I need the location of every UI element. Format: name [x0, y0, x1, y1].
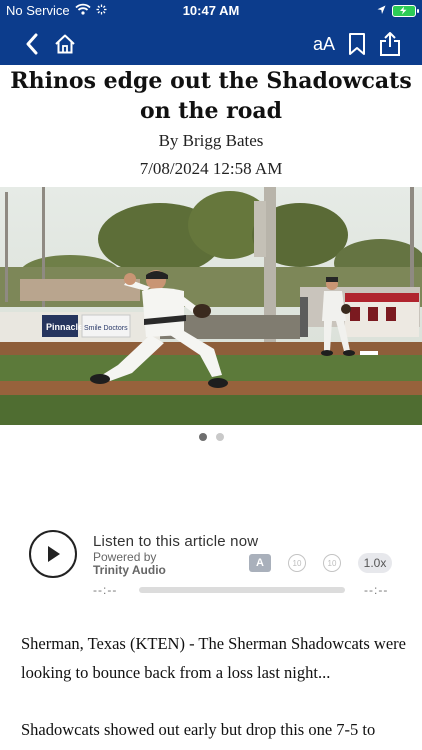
battery-icon — [392, 4, 419, 17]
status-right — [377, 3, 419, 18]
text-size-button[interactable]: aA — [309, 30, 339, 58]
article-byline: By Brigg Bates — [158, 131, 264, 150]
home-icon — [55, 34, 75, 54]
forward-button[interactable]: 10 — [323, 554, 341, 572]
banner-pinnacle: Pinnacle — [46, 322, 83, 332]
bookmark-icon — [349, 33, 365, 55]
rewind-icon: 10 — [292, 558, 302, 568]
forward-icon: 10 — [327, 558, 337, 568]
banner-smile-doctors: Smile Doctors — [84, 325, 128, 332]
article-dateline: 7/08/2024 12:58 AM — [139, 159, 283, 178]
article-paragraph: Shadowcats showed out early but drop thi… — [21, 720, 376, 739]
article-headline: Rhinos edge out the Shadowcats on the ro… — [10, 68, 412, 124]
bookmark-button[interactable] — [343, 30, 371, 58]
play-button[interactable] — [29, 530, 77, 578]
powered-by-label: Powered by — [93, 550, 157, 564]
speed-button[interactable]: 1.0x — [358, 553, 392, 573]
translate-button[interactable]: A — [249, 554, 271, 572]
pager-dot-2[interactable] — [215, 433, 224, 441]
back-button[interactable] — [18, 30, 46, 58]
progress-bar[interactable] — [139, 587, 345, 593]
remaining-time: --:-- — [364, 583, 389, 597]
rewind-button[interactable]: 10 — [288, 554, 306, 572]
pager-dot-1[interactable] — [198, 433, 207, 441]
share-icon — [380, 32, 400, 56]
play-icon — [48, 546, 60, 562]
gallery-pager[interactable] — [0, 433, 422, 441]
article-paragraph: Sherman, Texas (KTEN) - The Sherman Shad… — [21, 634, 406, 682]
provider-name[interactable]: Trinity Audio — [93, 563, 166, 577]
nav-bar: aA — [0, 22, 422, 65]
article-photo[interactable]: Pinnacle Smile Doctors — [0, 187, 422, 425]
chevron-left-icon — [26, 33, 38, 55]
status-bar: No Service 10:47 AM — [0, 0, 422, 22]
audio-player: Listen to this article now Powered by Tr… — [0, 525, 422, 605]
share-button[interactable] — [376, 30, 404, 58]
home-button[interactable] — [51, 30, 79, 58]
clock: 10:47 AM — [182, 3, 240, 18]
listen-label: Listen to this article now — [93, 533, 259, 550]
elapsed-time: --:-- — [93, 583, 118, 597]
translate-icon: A — [256, 557, 264, 569]
location-icon — [377, 3, 386, 18]
